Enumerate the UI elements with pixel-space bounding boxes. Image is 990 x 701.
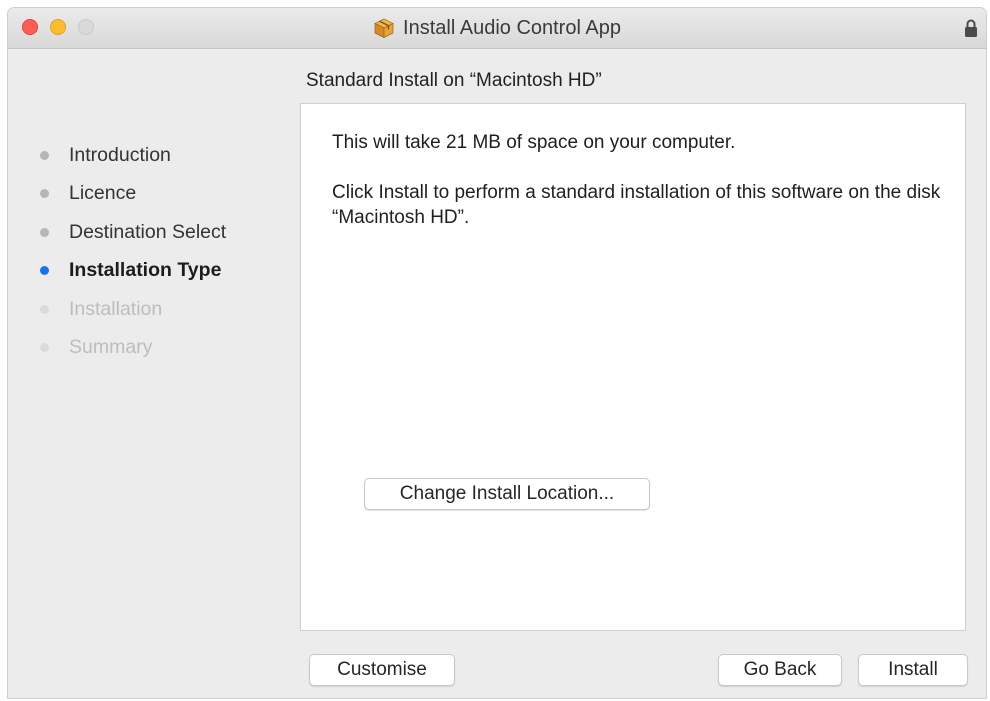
customise-button[interactable]: Customise bbox=[309, 654, 455, 686]
step-installation-type: Installation Type bbox=[40, 252, 226, 291]
package-icon bbox=[374, 18, 394, 39]
step-dot bbox=[40, 150, 49, 160]
go-back-button[interactable]: Go Back bbox=[718, 654, 842, 686]
step-dot bbox=[40, 189, 49, 199]
step-dot bbox=[40, 343, 49, 353]
install-instruction-text: Click Install to perform a standard inst… bbox=[332, 182, 941, 228]
step-label: Installation Type bbox=[69, 259, 222, 282]
step-summary: Summary bbox=[40, 329, 226, 368]
step-installation: Installation bbox=[40, 290, 226, 329]
page-title: Standard Install on “Macintosh HD” bbox=[306, 70, 602, 91]
step-label: Installation bbox=[69, 297, 163, 320]
title-bar: Install Audio Control App bbox=[8, 8, 986, 49]
step-destination-select: Destination Select bbox=[40, 213, 226, 252]
window-title-group: Install Audio Control App bbox=[8, 8, 986, 48]
content-panel: This will take 21 MB of space on your co… bbox=[300, 103, 966, 631]
step-dot-current bbox=[40, 266, 49, 276]
change-install-location-button[interactable]: Change Install Location... bbox=[364, 478, 650, 510]
install-button[interactable]: Install bbox=[858, 654, 968, 686]
installer-window: Install Audio Control App Standard Insta… bbox=[8, 8, 986, 698]
step-label: Summary bbox=[69, 336, 153, 359]
window-title: Install Audio Control App bbox=[403, 16, 621, 39]
step-label: Destination Select bbox=[69, 220, 227, 243]
space-required-text: This will take 21 MB of space on your co… bbox=[332, 132, 736, 153]
step-introduction: Introduction bbox=[40, 136, 226, 175]
installer-steps: Introduction Licence Destination Select … bbox=[40, 136, 226, 367]
step-licence: Licence bbox=[40, 175, 226, 214]
step-label: Introduction bbox=[69, 143, 171, 166]
lock-icon bbox=[965, 19, 977, 37]
step-label: Licence bbox=[69, 182, 137, 205]
step-dot bbox=[40, 304, 49, 314]
step-dot bbox=[40, 227, 49, 237]
